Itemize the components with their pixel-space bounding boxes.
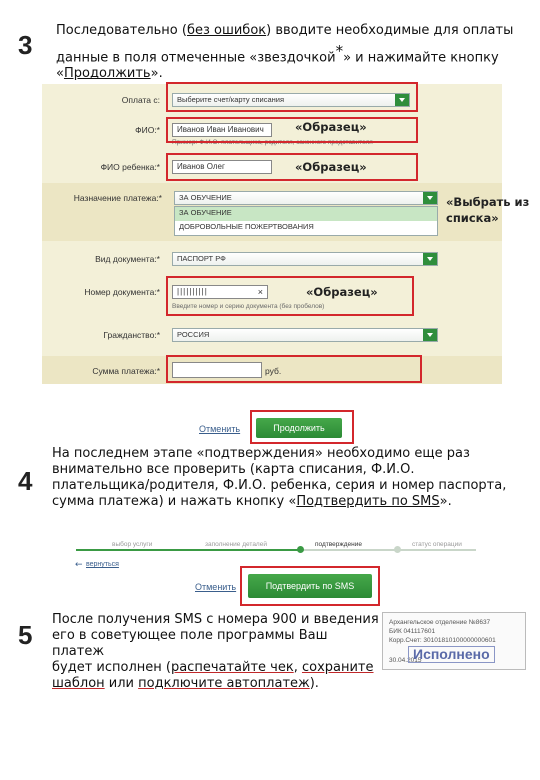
payment-from-label: Оплата с: xyxy=(121,95,160,105)
step-5-number: 5 xyxy=(18,620,33,650)
step-4-line-3: плательщика/родителя, Ф.И.О. ребенка, се… xyxy=(52,478,507,493)
purpose-option-1[interactable]: ЗА ОБУЧЕНИЕ xyxy=(175,207,437,221)
doc-type-select[interactable]: ПАСПОРТ РФ xyxy=(172,252,438,266)
purpose-select[interactable]: ЗА ОБУЧЕНИЕ xyxy=(174,191,438,205)
step-3-instructions: Последовательно (без ошибок) вводите нео… xyxy=(56,23,526,82)
step-5-line-4: шаблон или подключите автоплатеж). xyxy=(52,676,319,691)
purpose-options-list: ЗА ОБУЧЕНИЕ ДОБРОВОЛЬНЫЕ ПОЖЕРТВОВАНИЯ xyxy=(174,206,438,236)
stamp-corr-account: Корр.Счет: 30101810100000000601 xyxy=(389,637,496,644)
step-4-instructions: На последнем этапе «подтверждения» необх… xyxy=(52,446,532,510)
step-3-line-1: Последовательно (без ошибок) вводите нео… xyxy=(56,23,514,38)
step-4-line-1: На последнем этапе «подтверждения» необх… xyxy=(52,446,470,461)
step-5-line-1: После получения SMS с номера 900 и введе… xyxy=(52,612,379,627)
citizenship-label: Гражданство:* xyxy=(103,330,160,340)
progress-step-4: статус операции xyxy=(412,541,462,548)
cancel-link[interactable]: Отменить xyxy=(199,424,240,434)
asterisk-mark: * xyxy=(335,42,344,60)
fio-label: ФИО:* xyxy=(135,125,160,135)
doc-type-label: Вид документа:* xyxy=(95,254,160,264)
step-4-line-2: внимательно все проверить (карта списани… xyxy=(52,462,415,477)
print-receipt-link: распечатайте чек xyxy=(170,660,294,675)
citizenship-select[interactable]: РОССИЯ xyxy=(172,328,438,342)
amount-label: Сумма платежа:* xyxy=(92,366,160,376)
purpose-label: Назначение платежа:* xyxy=(73,193,162,203)
progress-step-2: заполнение деталей xyxy=(205,541,267,548)
child-fio-label: ФИО ребенка:* xyxy=(100,162,160,172)
amount-highlight xyxy=(166,355,422,383)
step-4-cancel-link[interactable]: Отменить xyxy=(195,582,236,592)
step-3-line-3: «Продолжить». xyxy=(56,66,163,82)
autopay-link: подключите автоплатеж xyxy=(138,676,310,691)
back-link[interactable]: вернуться xyxy=(86,561,119,568)
back-arrow-icon[interactable]: ← xyxy=(75,560,83,570)
step-5-line-2: его в советующее поле программы Ваш плат… xyxy=(52,628,328,659)
step-4-line-4: сумма платежа) и нажать кнопку «Подтверд… xyxy=(52,494,452,509)
progress-step-1: выбор услуги xyxy=(112,541,153,548)
purpose-option-2[interactable]: ДОБРОВОЛЬНЫЕ ПОЖЕРТВОВАНИЯ xyxy=(175,221,437,235)
sample-annotation-1: «Образец» xyxy=(295,120,367,134)
receipt-stamp: Архангельское отделение №8637 БИК 041117… xyxy=(382,612,526,670)
save-template-link: сохраните xyxy=(301,660,374,675)
sample-annotation-2: «Образец» xyxy=(295,160,367,174)
confirm-sms-highlight xyxy=(240,566,380,606)
step-3-line-2: данные в поля отмеченные «звездочкой*» и… xyxy=(56,42,499,66)
continue-button-highlight xyxy=(250,410,354,444)
chevron-down-icon xyxy=(423,329,437,341)
payment-from-highlight xyxy=(166,82,418,112)
stamp-status: Исполнено xyxy=(408,646,495,663)
sample-annotation-3: «Образец» xyxy=(306,285,378,299)
step-5-line-3: будет исполнен (распечатайте чек, сохран… xyxy=(52,660,374,675)
progress-fill xyxy=(76,549,302,551)
step-3-number: 3 xyxy=(18,30,33,60)
step-5-instructions: После получения SMS с номера 900 и введе… xyxy=(52,612,382,692)
choose-annotation: «Выбрать из списка» xyxy=(446,195,530,225)
chevron-down-icon xyxy=(423,192,437,204)
stamp-bik: БИК 041117601 xyxy=(389,628,436,635)
child-fio-highlight xyxy=(166,153,418,181)
progress-dot-current xyxy=(297,546,304,553)
fio-highlight xyxy=(166,117,418,143)
progress-step-3: подтверждение xyxy=(315,541,362,548)
stamp-branch: Архангельское отделение №8637 xyxy=(389,619,491,626)
progress-dot-next xyxy=(394,546,401,553)
chevron-down-icon xyxy=(423,253,437,265)
doc-number-label: Номер документа:* xyxy=(84,287,160,297)
step-4-number: 4 xyxy=(18,466,33,496)
